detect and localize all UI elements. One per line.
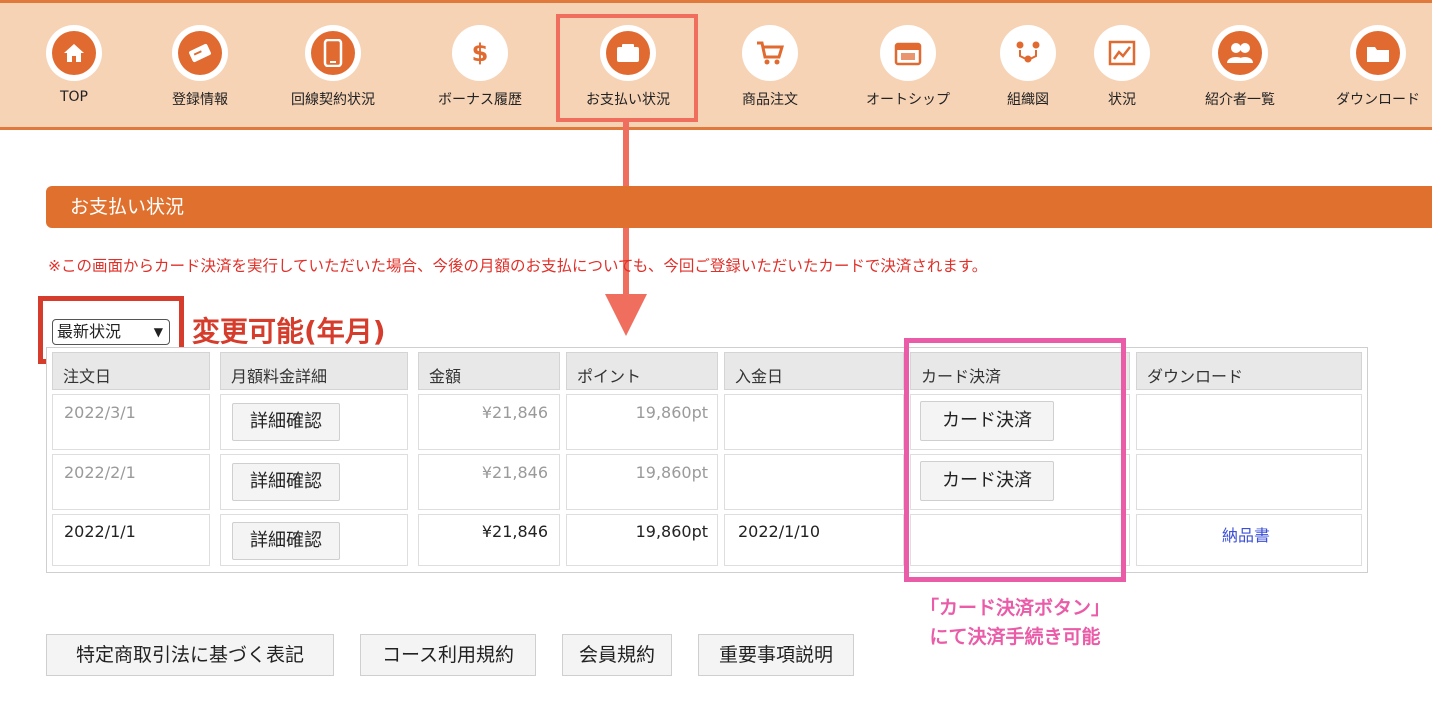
- nav-icon-circle: [1094, 25, 1150, 81]
- amount: ¥21,846: [481, 403, 548, 422]
- nav-label: 紹介者一覧: [1205, 92, 1275, 108]
- points: 19,860pt: [635, 403, 708, 422]
- change-note: 変更可能(年月): [192, 315, 386, 348]
- active-nav-highlight: [556, 14, 698, 122]
- header-order-date: 注文日: [52, 352, 210, 390]
- delivery-note-link[interactable]: 納品書: [1222, 522, 1270, 546]
- nav-icon-circle: [1212, 25, 1268, 81]
- table-cell: [724, 454, 904, 510]
- header-amount: 金額: [418, 352, 560, 390]
- payment-notice: ※この画面からカード決済を実行していただいた場合、今後の月額のお支払についても、…: [48, 257, 988, 275]
- footer-link-member-terms[interactable]: 会員規約: [562, 634, 672, 676]
- folder-icon: [1367, 47, 1389, 62]
- annotation-arrow-head: [605, 294, 647, 336]
- nav-label: ダウンロード: [1336, 92, 1420, 108]
- nav-item-bonus-history[interactable]: $ ボーナス履歴: [438, 3, 522, 127]
- paid-date: 2022/1/10: [738, 522, 821, 541]
- header-paid-date: 入金日: [724, 352, 904, 390]
- calendar-icon: [894, 42, 922, 66]
- nav-icon-circle: $: [452, 25, 508, 81]
- nav-icon-circle: [1350, 25, 1406, 81]
- header-download: ダウンロード: [1136, 352, 1362, 390]
- org-chart-icon: [1016, 41, 1040, 63]
- header-monthly-detail: 月額料金詳細: [220, 352, 408, 390]
- nav-icon-circle: [880, 25, 936, 81]
- nav-item-autoship[interactable]: オートシップ: [866, 3, 950, 127]
- nav-icon-circle: [742, 25, 798, 81]
- order-date: 2022/3/1: [64, 403, 136, 422]
- detail-button[interactable]: 詳細確認: [232, 522, 340, 560]
- cart-icon: [757, 41, 785, 65]
- top-navigation: TOP 登録情報 回線契約状況 $ ボーナス履歴 お支払い状況 商品注文 オート…: [0, 0, 1432, 130]
- nav-item-top[interactable]: TOP: [44, 3, 104, 127]
- amount: ¥21,846: [481, 522, 548, 541]
- svg-text:$: $: [472, 39, 489, 67]
- detail-button[interactable]: 詳細確認: [232, 463, 340, 501]
- nav-icon-circle: [46, 25, 102, 81]
- id-card-icon: [189, 43, 211, 63]
- footer-link-course-terms[interactable]: コース利用規約: [360, 634, 536, 676]
- points: 19,860pt: [635, 522, 708, 541]
- nav-item-line-contract[interactable]: 回線契約状況: [291, 3, 375, 127]
- nav-item-download[interactable]: ダウンロード: [1336, 3, 1420, 127]
- nav-item-product-order[interactable]: 商品注文: [740, 3, 800, 127]
- nav-item-status[interactable]: 状況: [1092, 3, 1152, 127]
- chart-icon: [1108, 40, 1136, 66]
- card-note-line-1: 「カード決済ボタン」: [919, 597, 1110, 619]
- order-date: 2022/2/1: [64, 463, 136, 482]
- table-cell: [724, 394, 904, 450]
- nav-item-referrer-list[interactable]: 紹介者一覧: [1205, 3, 1275, 127]
- amount: ¥21,846: [481, 463, 548, 482]
- card-note-line-2: にて決済手続き可能: [929, 626, 1101, 648]
- users-icon: [1227, 43, 1253, 63]
- home-icon: [64, 44, 84, 62]
- nav-icon-circle: [1000, 25, 1056, 81]
- table-cell: [1136, 394, 1362, 450]
- footer-link-commercial-law[interactable]: 特定商取引法に基づく表記: [46, 634, 334, 676]
- table-cell: [1136, 454, 1362, 510]
- nav-icon-circle: [305, 25, 361, 81]
- dollar-icon: $: [472, 39, 489, 67]
- nav-icon-circle: [172, 25, 228, 81]
- card-payment-note: 「カード決済ボタン」 にて決済手続き可能: [880, 594, 1150, 652]
- header-points: ポイント: [566, 352, 718, 390]
- smartphone-icon: [323, 39, 343, 67]
- section-title: お支払い状況: [46, 186, 1432, 228]
- nav-item-registration[interactable]: 登録情報: [170, 3, 230, 127]
- detail-button[interactable]: 詳細確認: [232, 403, 340, 441]
- card-payment-annotation-box: [904, 338, 1126, 582]
- order-date: 2022/1/1: [64, 522, 136, 541]
- points: 19,860pt: [635, 463, 708, 482]
- footer-link-important-matters[interactable]: 重要事項説明: [698, 634, 854, 676]
